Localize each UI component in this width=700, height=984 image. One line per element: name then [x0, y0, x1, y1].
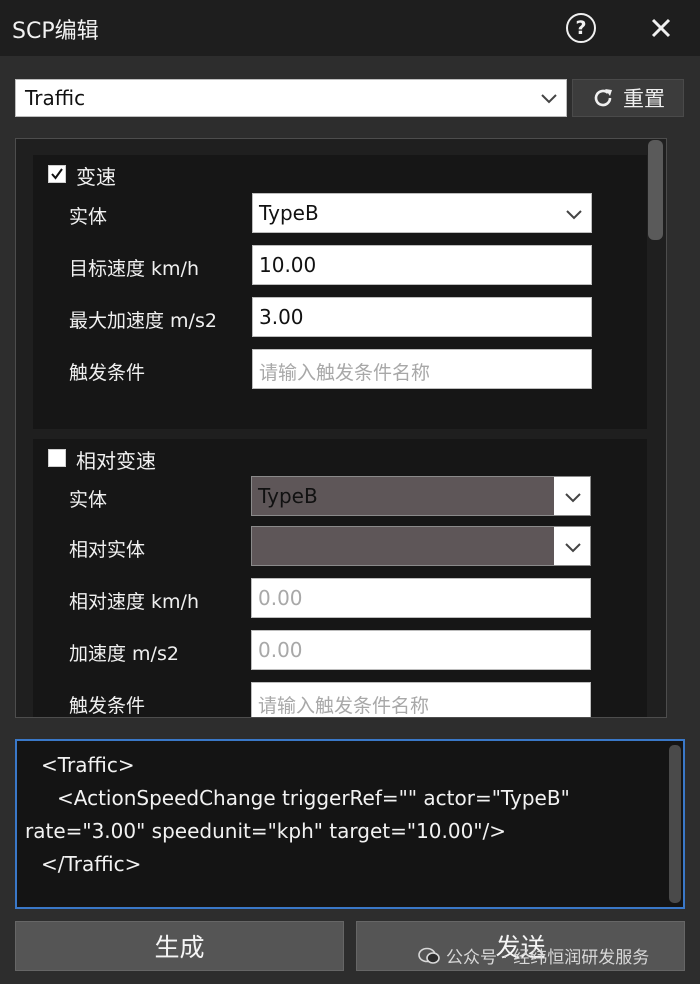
- watermark-text: 公众号 · 经纬恒润研发服务: [446, 948, 650, 968]
- trigger-placeholder: 请输入触发条件名称: [259, 362, 431, 384]
- relative-speed-change-group: 相对变速 实体 TypeB 相对实体 相对速度 km/h 0.00 加速度 m/…: [33, 439, 647, 717]
- help-button[interactable]: ?: [566, 13, 596, 43]
- generate-label: 生成: [154, 933, 205, 962]
- relative-speed-value: 0.00: [258, 586, 303, 610]
- max-accel-label: 最大加速度 m/s2: [69, 310, 217, 332]
- entity-value: TypeB: [259, 201, 319, 225]
- relative-accel-label: 加速度 m/s2: [69, 643, 179, 665]
- generate-button[interactable]: 生成: [15, 921, 344, 971]
- chevron-down-icon: [565, 493, 581, 503]
- help-icon: ?: [575, 17, 587, 39]
- target-speed-input[interactable]: 10.00: [252, 245, 592, 285]
- entity-label: 实体: [69, 206, 108, 228]
- xml-scrollbar[interactable]: [669, 745, 681, 903]
- action-type-select[interactable]: Traffic: [15, 79, 567, 117]
- close-button[interactable]: [646, 10, 676, 44]
- title-bar: SCP编辑 ?: [0, 0, 700, 56]
- refresh-icon: [594, 89, 612, 107]
- speed-change-checkbox[interactable]: [48, 165, 66, 183]
- relative-accel-value: 0.00: [258, 638, 303, 662]
- trigger-input[interactable]: 请输入触发条件名称: [252, 349, 592, 389]
- xml-line: <Traffic>: [41, 753, 135, 777]
- window-title: SCP编辑: [12, 19, 99, 44]
- reset-label: 重置: [623, 87, 665, 111]
- relative-speed-change-checkbox[interactable]: [48, 449, 66, 467]
- xml-line: rate="3.00" speedunit="kph" target="10.0…: [25, 819, 507, 843]
- relative-trigger-placeholder: 请输入触发条件名称: [258, 695, 430, 717]
- speed-change-group: 变速 实体 TypeB 目标速度 km/h 10.00 最大加速度 m/s2 3…: [33, 155, 647, 429]
- wechat-icon: [418, 947, 440, 964]
- relative-trigger-label: 触发条件: [69, 695, 146, 717]
- relative-group-entity-select[interactable]: TypeB: [251, 476, 591, 516]
- xml-output-box[interactable]: <Traffic> <ActionSpeedChange triggerRef=…: [15, 739, 685, 909]
- target-speed-label: 目标速度 km/h: [69, 258, 199, 280]
- chevron-down-icon: [566, 210, 582, 220]
- checkmark-icon: [51, 168, 63, 180]
- relative-speed-input[interactable]: 0.00: [251, 578, 591, 618]
- entity-select[interactable]: TypeB: [252, 193, 592, 233]
- relative-target-entity-select[interactable]: [251, 526, 591, 566]
- action-type-value: Traffic: [25, 86, 86, 110]
- xml-line: </Traffic>: [41, 852, 142, 876]
- chevron-down-icon: [541, 94, 557, 104]
- target-speed-value: 10.00: [259, 253, 317, 277]
- relative-entity-label-main: 实体: [69, 489, 108, 511]
- xml-line: <ActionSpeedChange triggerRef="" actor="…: [57, 786, 570, 810]
- action-settings-panel[interactable]: 变速 实体 TypeB 目标速度 km/h 10.00 最大加速度 m/s2 3…: [15, 138, 667, 718]
- max-accel-value: 3.00: [259, 305, 304, 329]
- relative-speed-label: 相对速度 km/h: [69, 591, 199, 613]
- relative-speed-change-title: 相对变速: [76, 449, 156, 473]
- speed-change-title: 变速: [76, 165, 116, 189]
- relative-trigger-input[interactable]: 请输入触发条件名称: [251, 682, 591, 717]
- panel-scrollbar[interactable]: [648, 140, 663, 240]
- trigger-label: 触发条件: [69, 362, 146, 384]
- relative-target-entity-label: 相对实体: [69, 539, 146, 561]
- watermark: 公众号 · 经纬恒润研发服务: [418, 943, 649, 968]
- close-icon: [651, 18, 671, 38]
- reset-button[interactable]: 重置: [572, 79, 684, 117]
- chevron-down-icon: [565, 543, 581, 553]
- max-accel-input[interactable]: 3.00: [252, 297, 592, 337]
- relative-group-entity-value: TypeB: [258, 484, 318, 508]
- relative-accel-input[interactable]: 0.00: [251, 630, 591, 670]
